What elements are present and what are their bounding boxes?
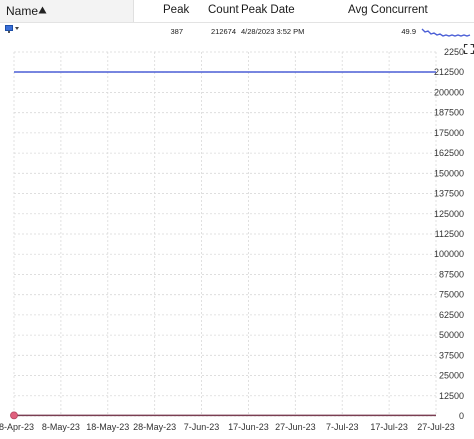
- y-tick-label: 87500: [439, 269, 464, 279]
- x-tick-label: 27-Jul-23: [417, 422, 455, 432]
- x-tick-label: 17-Jul-23: [370, 422, 408, 432]
- resize-icon[interactable]: [463, 43, 474, 55]
- table-header: Name Peak Count Peak Date Avg Concurrent: [0, 0, 474, 23]
- monitor-icon: [5, 25, 13, 33]
- x-tick-label: 7-Jun-23: [184, 422, 220, 432]
- avg-concurrent-column-header[interactable]: Avg Concurrent: [348, 4, 428, 16]
- y-tick-label: 100000: [434, 249, 464, 259]
- y-tick-label: 150000: [434, 168, 464, 178]
- row-avg-concurrent: 49.9: [401, 27, 416, 36]
- y-tick-label: 137500: [434, 189, 464, 199]
- y-tick-label: 25000: [439, 371, 464, 381]
- line-chart: 28-Apr-23 8-May-23 18-May-23 28-May-23 7-Jun…: [0, 43, 474, 432]
- y-tick-label: 12500: [439, 391, 464, 401]
- name-column-header[interactable]: Name: [0, 0, 134, 22]
- y-tick-label: 125000: [434, 209, 464, 219]
- table-row[interactable]: 387 212674 4/28/2023 3:52 PM 49.9: [0, 22, 474, 40]
- row-count: 212674: [210, 27, 236, 36]
- y-tick-label: 200000: [434, 87, 464, 97]
- y-tick-label: 175000: [434, 128, 464, 138]
- x-tick-label: 7-Jul-23: [326, 422, 359, 432]
- x-tick-label: 8-May-23: [42, 422, 80, 432]
- x-tick-label: 28-Apr-23: [0, 422, 34, 432]
- expand-icon[interactable]: [15, 27, 19, 31]
- peak-date-column-header[interactable]: Peak Date: [241, 4, 295, 16]
- y-tick-label: 37500: [439, 350, 464, 360]
- y-tick-label: 50000: [439, 330, 464, 340]
- peak-column-header[interactable]: Peak: [163, 4, 189, 16]
- sparkline: [421, 28, 471, 37]
- count-column-header[interactable]: Count: [208, 4, 239, 16]
- y-tick-label: 2250: [444, 47, 464, 57]
- y-tick-label: 187500: [434, 108, 464, 118]
- y-tick-label: 0: [459, 411, 464, 421]
- y-tick-label: 75000: [439, 290, 464, 300]
- sort-ascending-icon[interactable]: [38, 6, 47, 14]
- x-tick-label: 27-Jun-23: [275, 422, 316, 432]
- y-tick-label: 162500: [434, 148, 464, 158]
- name-column-label: Name: [6, 4, 39, 18]
- y-tick-label: 112500: [435, 229, 464, 239]
- x-tick-label: 28-May-23: [133, 422, 176, 432]
- series-start-marker: [10, 411, 18, 420]
- x-tick-label: 18-May-23: [86, 422, 129, 432]
- x-tick-label: 17-Jun-23: [228, 422, 269, 432]
- y-tick-label: 212500: [434, 67, 464, 77]
- y-tick-label: 62500: [439, 310, 464, 320]
- row-peak: 387: [170, 27, 183, 36]
- row-peak-date: 4/28/2023 3:52 PM: [241, 27, 305, 36]
